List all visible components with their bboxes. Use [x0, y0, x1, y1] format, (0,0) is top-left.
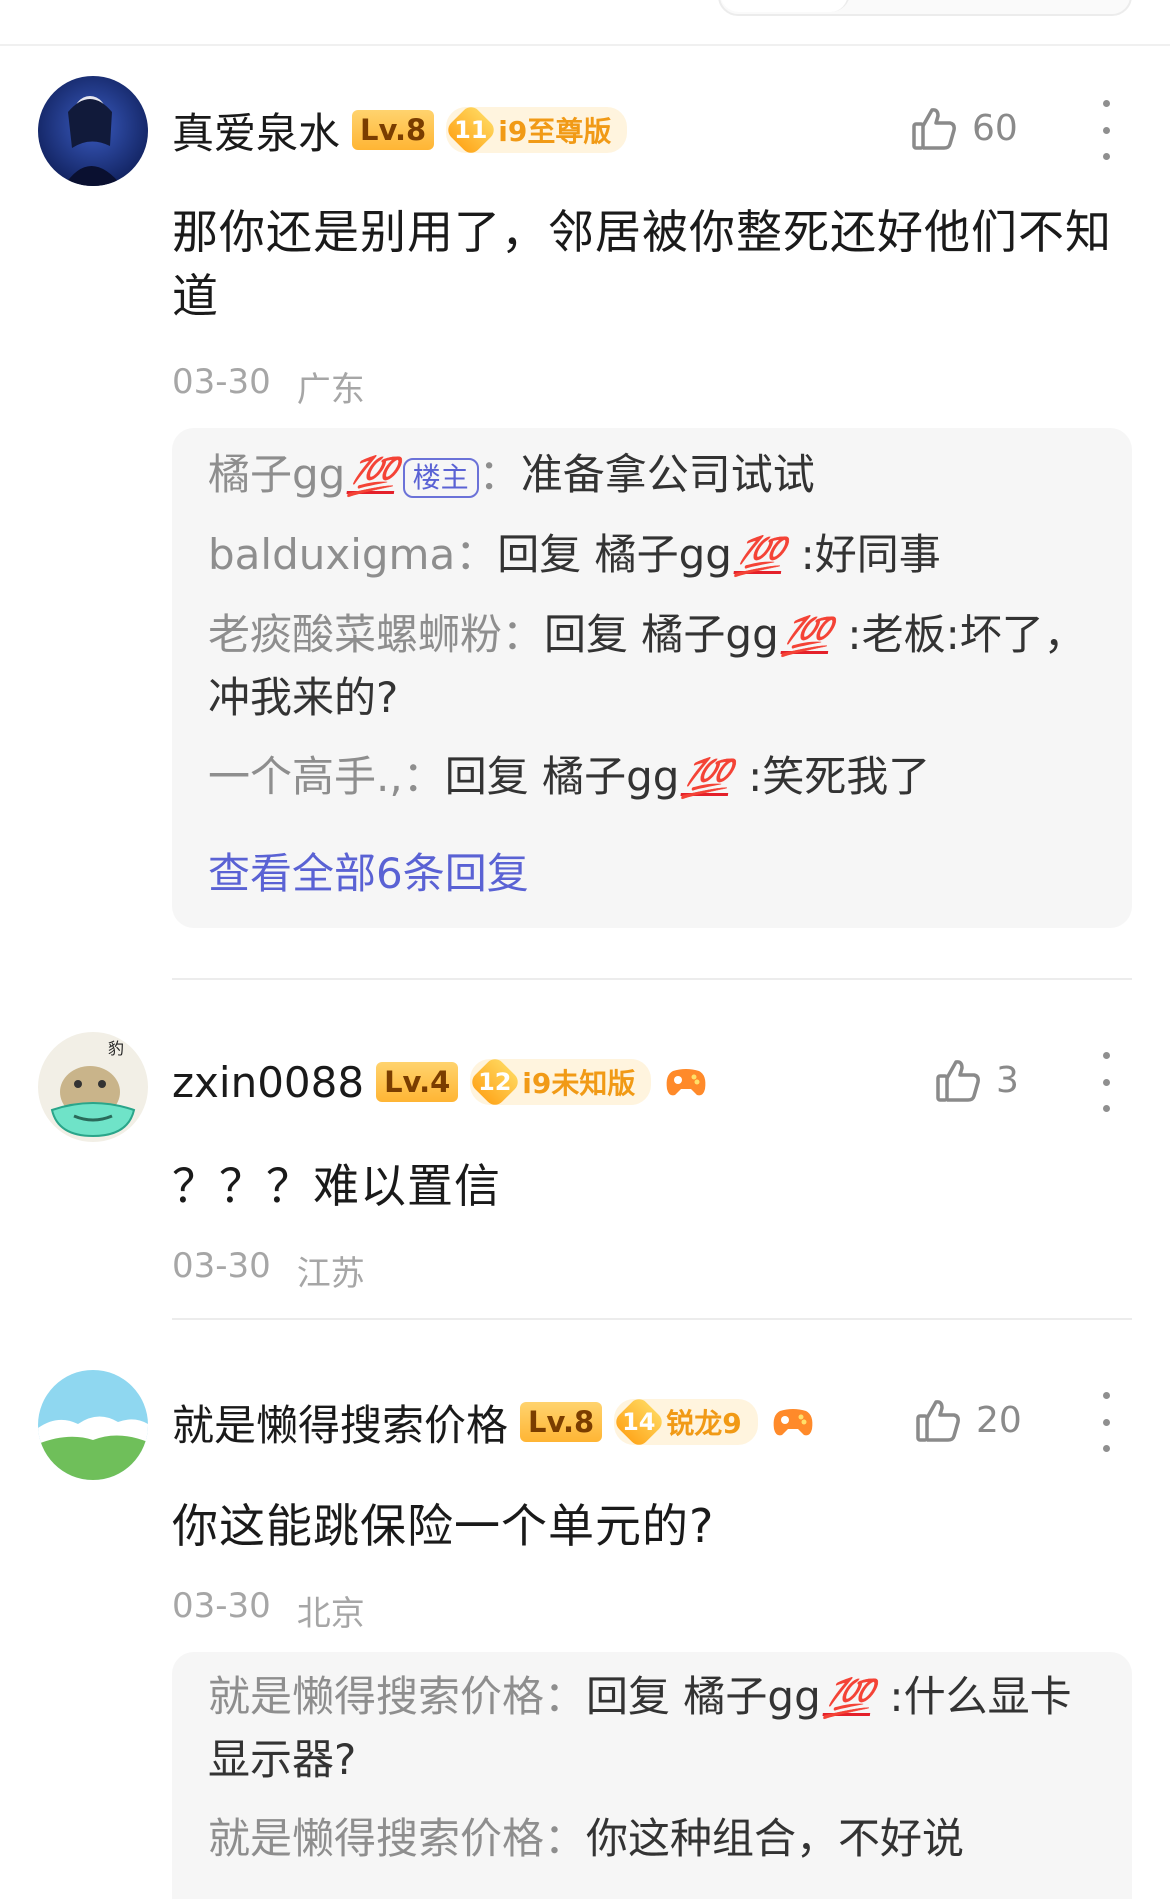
hundred-icon: 💯	[732, 534, 787, 578]
like-button[interactable]: 60	[910, 104, 1018, 152]
thumbs-up-icon	[916, 1400, 960, 1442]
reply-text: :好同事	[800, 530, 941, 579]
more-options-icon[interactable]	[1094, 1392, 1118, 1452]
reply-item[interactable]: 一个高手.,：回复 橘子gg💯 :笑死我了	[208, 746, 1088, 809]
comment-date: 03-30	[172, 1586, 271, 1626]
device-badge-number: 14	[622, 1408, 656, 1436]
avatar[interactable]: 豹	[38, 1032, 148, 1142]
level-badge: Lv.8	[520, 1402, 603, 1442]
sort-toggle-segment[interactable]	[720, 0, 850, 12]
username[interactable]: zxin0088	[172, 1058, 364, 1107]
device-badge: 12 i9未知版	[468, 1055, 652, 1109]
reply-author[interactable]: 一个高手.,	[208, 752, 403, 801]
reply-author[interactable]: 就是懒得搜索价格	[208, 1672, 544, 1721]
reply-text: 准备拿公司试试	[520, 450, 815, 499]
reply-item[interactable]: 老痰酸菜螺蛳粉：回复 橘子gg💯 :老板:坏了，冲我来的?	[208, 604, 1088, 729]
comment-text: ？？？难以置信	[172, 1159, 501, 1213]
like-count: 3	[996, 1059, 1019, 1101]
reply-item[interactable]: balduxigma：回复 橘子gg💯 :好同事	[208, 524, 1088, 587]
view-all-replies-link[interactable]: 查看全部6条回复	[208, 840, 529, 901]
like-button[interactable]: 3	[934, 1056, 1019, 1104]
sort-toggle[interactable]	[718, 0, 1132, 16]
thumbs-up-icon	[936, 1060, 980, 1102]
like-count: 20	[976, 1399, 1022, 1441]
reply-prefix: 回复	[586, 1672, 671, 1721]
reply-box: 就是懒得搜索价格：回复 橘子gg💯 :什么显卡显示器? 就是懒得搜索价格：你这种…	[172, 1652, 1132, 1899]
top-bar	[0, 0, 1170, 46]
reply-item[interactable]: 就是懒得搜索价格：你这种组合，不好说	[208, 1808, 1088, 1870]
username[interactable]: 就是懒得搜索价格	[172, 1392, 508, 1453]
level-badge: Lv.4	[376, 1062, 459, 1102]
hundred-icon: 💯	[821, 1676, 876, 1720]
avatar[interactable]	[38, 1370, 148, 1480]
comment-location: 北京	[296, 1594, 365, 1634]
reply-item[interactable]: 就是懒得搜索价格：回复 橘子gg💯 :什么显卡显示器?	[208, 1666, 1088, 1791]
reply-author[interactable]: 橘子gg	[208, 450, 345, 499]
username[interactable]: 真爱泉水	[172, 100, 340, 161]
reply-box: 橘子gg💯 楼主 ：准备拿公司试试 balduxigma：回复 橘子gg💯 :好同事…	[172, 428, 1132, 928]
level-badge: Lv.8	[352, 110, 435, 150]
reply-prefix: 回复	[497, 530, 582, 579]
reply-target[interactable]: 橘子gg	[595, 530, 732, 579]
svg-text:豹: 豹	[108, 1039, 124, 1058]
reply-text: 你这种组合，不好说	[586, 1814, 965, 1863]
reply-item[interactable]: 橘子gg💯 楼主 ：准备拿公司试试	[208, 444, 1088, 507]
thumbs-up-icon	[912, 108, 956, 150]
reply-prefix: 回复	[444, 752, 529, 801]
like-button[interactable]: 20	[914, 1396, 1022, 1444]
device-badge-label: i9至尊版	[498, 115, 612, 148]
op-badge: 楼主	[402, 457, 479, 498]
avatar[interactable]	[38, 76, 148, 186]
reply-target[interactable]: 橘子gg	[683, 1672, 820, 1721]
hundred-icon: 💯	[680, 756, 734, 800]
device-badge-label: i9未知版	[522, 1067, 636, 1100]
device-badge-number: 11	[454, 116, 488, 144]
reply-author[interactable]: 就是懒得搜索价格	[208, 1814, 544, 1863]
gamepad-icon	[663, 1059, 709, 1105]
reply-text: :笑死我了	[748, 752, 931, 801]
reply-author[interactable]: 老痰酸菜螺蛳粉	[208, 610, 502, 659]
comment-date: 03-30	[172, 362, 271, 402]
comment-location: 江苏	[296, 1254, 365, 1294]
divider	[172, 978, 1132, 980]
comment-location: 广东	[296, 370, 365, 410]
device-badge-number: 12	[478, 1068, 512, 1096]
comment-text: 那你还是别用了，邻居被你整死还好他们不知道	[172, 205, 1112, 323]
reply-target[interactable]: 橘子gg	[542, 752, 679, 801]
comment-text: 你这能跳保险一个单元的?	[172, 1499, 715, 1553]
gamepad-icon	[770, 1399, 816, 1445]
divider	[172, 1318, 1132, 1320]
device-badge: 11 i9至尊版	[444, 103, 628, 157]
device-badge: 14 锐龙9	[612, 1395, 758, 1449]
reply-author[interactable]: balduxigma	[208, 530, 455, 579]
hundred-icon: 💯	[346, 454, 400, 498]
like-count: 60	[972, 107, 1018, 149]
more-options-icon[interactable]	[1094, 1052, 1118, 1112]
comment-date: 03-30	[172, 1246, 271, 1286]
hundred-icon: 💯	[779, 614, 834, 658]
device-badge-label: 锐龙9	[666, 1407, 742, 1440]
reply-target[interactable]: 橘子gg	[641, 610, 778, 659]
reply-prefix: 回复	[544, 610, 629, 659]
more-options-icon[interactable]	[1094, 100, 1118, 160]
